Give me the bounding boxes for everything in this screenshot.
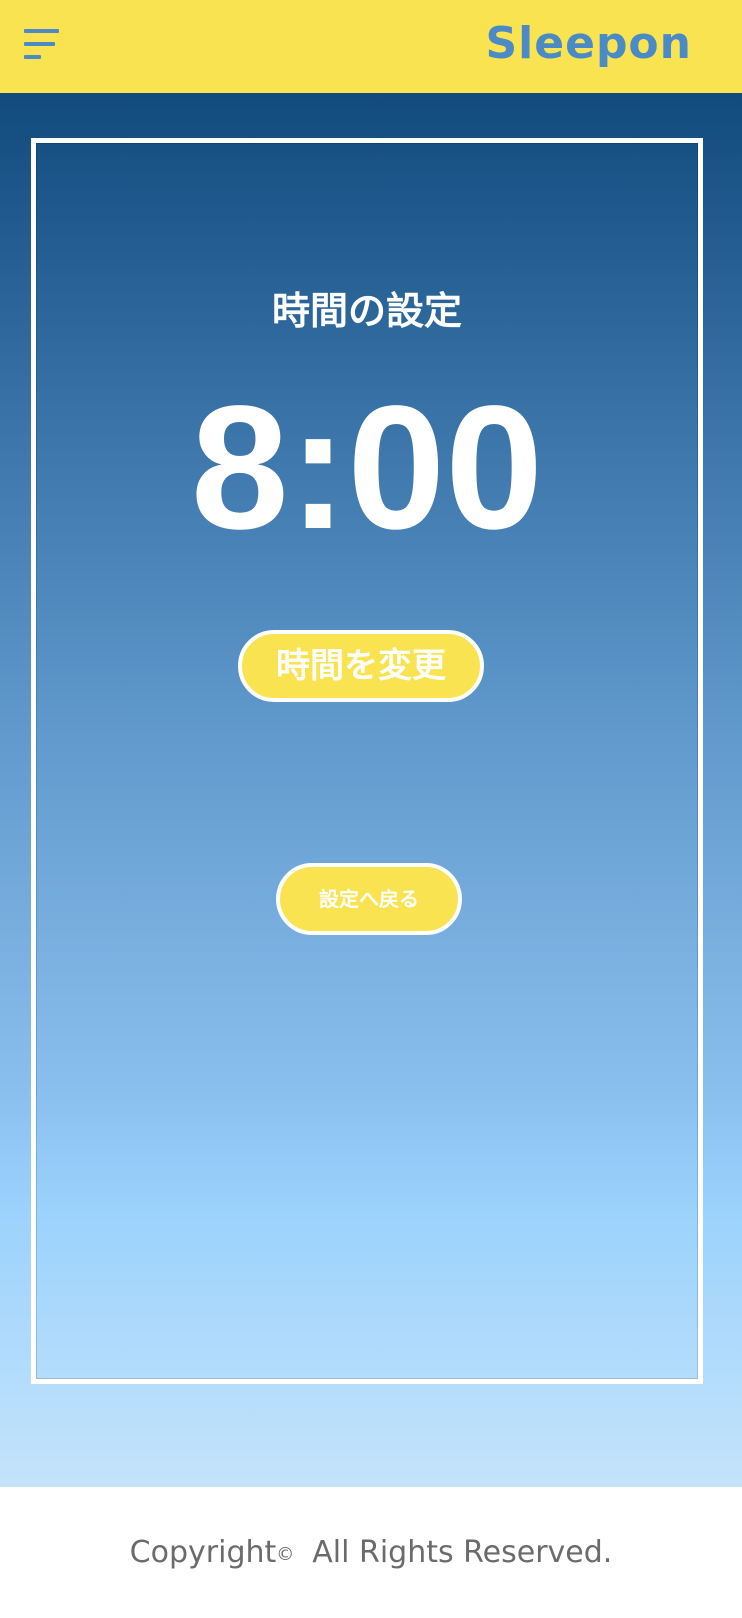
app-header: Sleepon bbox=[0, 0, 742, 93]
app-logo[interactable]: Sleepon bbox=[485, 14, 692, 74]
copyright-text: Copyright© All Rights Reserved. bbox=[0, 1535, 742, 1573]
rights-reserved-text: All Rights Reserved. bbox=[312, 1535, 613, 1570]
copyright-word: Copyright bbox=[129, 1535, 277, 1570]
change-time-button[interactable]: 時間を変更 bbox=[238, 630, 484, 702]
menu-line bbox=[24, 55, 41, 59]
menu-line bbox=[24, 29, 59, 33]
main-content: 時間の設定 8:00 時間を変更 設定へ戻る bbox=[0, 93, 742, 1487]
copyright-symbol: © bbox=[276, 1544, 295, 1565]
footer: Copyright© All Rights Reserved. bbox=[0, 1487, 742, 1618]
back-to-settings-button[interactable]: 設定へ戻る bbox=[276, 863, 462, 935]
page-title: 時間の設定 bbox=[271, 289, 462, 333]
hamburger-menu-icon[interactable] bbox=[24, 29, 60, 63]
menu-line bbox=[24, 42, 55, 46]
time-settings-panel: 時間の設定 8:00 時間を変更 設定へ戻る bbox=[31, 138, 703, 1384]
alarm-time-display: 8:00 bbox=[190, 370, 544, 566]
